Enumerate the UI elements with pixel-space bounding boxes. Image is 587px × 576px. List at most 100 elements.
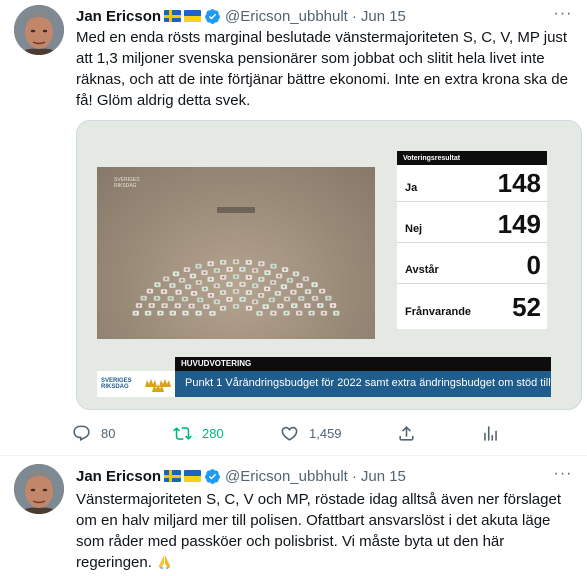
seat-indicator [156, 283, 159, 286]
seat-indicator [276, 292, 279, 295]
seat-indicator [293, 304, 296, 307]
seat-indicator [282, 285, 285, 288]
seat-indicator [254, 284, 257, 287]
seat-indicator [147, 312, 150, 315]
seat-indicator [181, 279, 184, 282]
seat-indicator [163, 304, 166, 307]
more-options-icon[interactable]: ··· [553, 6, 573, 28]
seat-indicator [247, 261, 250, 264]
tweet-text: Vänstermajoriteten S, C, V och MP, rösta… [76, 491, 561, 571]
retweet-button[interactable]: 280 [173, 420, 224, 446]
result-row-no: Nej 149 [397, 206, 547, 243]
seat-indicator [209, 294, 212, 297]
result-label: Frånvarande [405, 306, 472, 318]
seat-indicator [319, 304, 322, 307]
seat-indicator [235, 260, 237, 263]
tweet-media[interactable]: SVERIGES RIKSDAG Voteringsresultat Ja 14… [76, 120, 582, 410]
avatar[interactable] [14, 5, 64, 55]
seat-indicator [254, 300, 257, 303]
seat-indicator [254, 269, 257, 272]
seat-indicator [199, 298, 202, 301]
tweet-text: Med en enda rösts marginal beslutade vän… [76, 29, 568, 109]
seat-indicator [247, 276, 250, 279]
seat-indicator [241, 298, 244, 301]
tweet-date[interactable]: Jun 15 [361, 8, 406, 25]
author-name[interactable]: Jan Ericson [76, 8, 161, 25]
seat-indicator [260, 262, 263, 265]
result-label: Avstår [405, 264, 439, 276]
seat-indicator [150, 304, 153, 307]
seat-indicator [270, 298, 273, 301]
seat-indicator [163, 290, 165, 293]
seat-indicator [228, 298, 231, 301]
avatar[interactable] [14, 464, 64, 514]
seat-indicator [197, 312, 200, 315]
seat-indicator [284, 268, 287, 271]
reply-count: 80 [101, 425, 116, 441]
seat-indicator [138, 304, 140, 307]
seat-indicator [156, 297, 158, 300]
seat-indicator [307, 290, 309, 293]
result-value: 0 [526, 250, 541, 280]
seat-indicator [190, 305, 193, 307]
reply-button[interactable]: 80 [72, 420, 115, 446]
author-handle[interactable]: @Ericson_ubbhult [225, 468, 348, 485]
share-icon [399, 425, 414, 441]
seat-indicator [327, 297, 330, 300]
seat-indicator [313, 283, 316, 286]
seat-indicator [169, 297, 172, 300]
heart-icon [281, 426, 298, 441]
result-row-absent: Frånvarande 52 [397, 288, 547, 325]
retweet-count: 280 [202, 425, 224, 441]
seat-indicator [272, 265, 275, 268]
retweet-icon [173, 426, 192, 440]
seat-indicator [258, 312, 261, 315]
seat-indicator [222, 307, 224, 310]
verified-badge-icon [205, 468, 220, 484]
result-label: Nej [405, 223, 423, 235]
seat-indicator [321, 290, 324, 293]
seat-indicator [209, 262, 212, 265]
separator-dot: · [351, 467, 357, 485]
share-button[interactable] [397, 420, 426, 446]
tweet-date[interactable]: Jun 15 [361, 468, 406, 485]
seat-indicator [264, 305, 267, 308]
seat-indicator [193, 292, 196, 295]
seat-indicator [148, 290, 151, 293]
seat-indicator [215, 300, 218, 303]
seat-indicator [304, 277, 307, 280]
ukraine-flag-icon [184, 10, 202, 22]
avatar-photo [14, 464, 64, 514]
sweden-flag-icon [164, 10, 182, 22]
seat-indicator [191, 275, 194, 277]
seat-indicator [288, 279, 291, 282]
author-handle[interactable]: @Ericson_ubbhult [225, 8, 348, 25]
seat-indicator [142, 297, 145, 300]
seat-indicator [215, 284, 218, 287]
folded-hands-emoji [158, 554, 171, 570]
seat-indicator [241, 283, 244, 286]
seat-indicator [260, 278, 263, 281]
analytics-button[interactable] [481, 420, 510, 446]
tweet[interactable]: Jan Ericson @Ericson_ubbhult · Jun 15 ··… [0, 0, 587, 456]
speaker-desk [217, 207, 255, 213]
reply-icon [73, 425, 90, 441]
ukraine-flag-icon [184, 470, 202, 482]
seat-indicator [260, 294, 263, 297]
sweden-flag-icon [164, 470, 182, 482]
author-name[interactable]: Jan Ericson [76, 468, 161, 485]
results-title: Voteringsresultat [397, 151, 547, 165]
result-value: 52 [512, 292, 541, 322]
seat-indicator [286, 298, 288, 300]
result-row-yes: Ja 148 [397, 165, 547, 202]
seat-indicator [272, 312, 275, 315]
like-button[interactable]: 1,459 [280, 420, 342, 446]
seat-indicator [300, 297, 303, 300]
seat-indicator [266, 287, 269, 290]
result-row-abstain: Avstår 0 [397, 247, 547, 284]
seat-indicator [310, 312, 313, 315]
more-options-icon[interactable]: ··· [553, 466, 573, 488]
verified-badge-icon [205, 8, 220, 24]
seat-indicator [222, 261, 225, 264]
tweet[interactable]: Jan Ericson @Ericson_ubbhult · Jun 15 ··… [0, 457, 587, 576]
